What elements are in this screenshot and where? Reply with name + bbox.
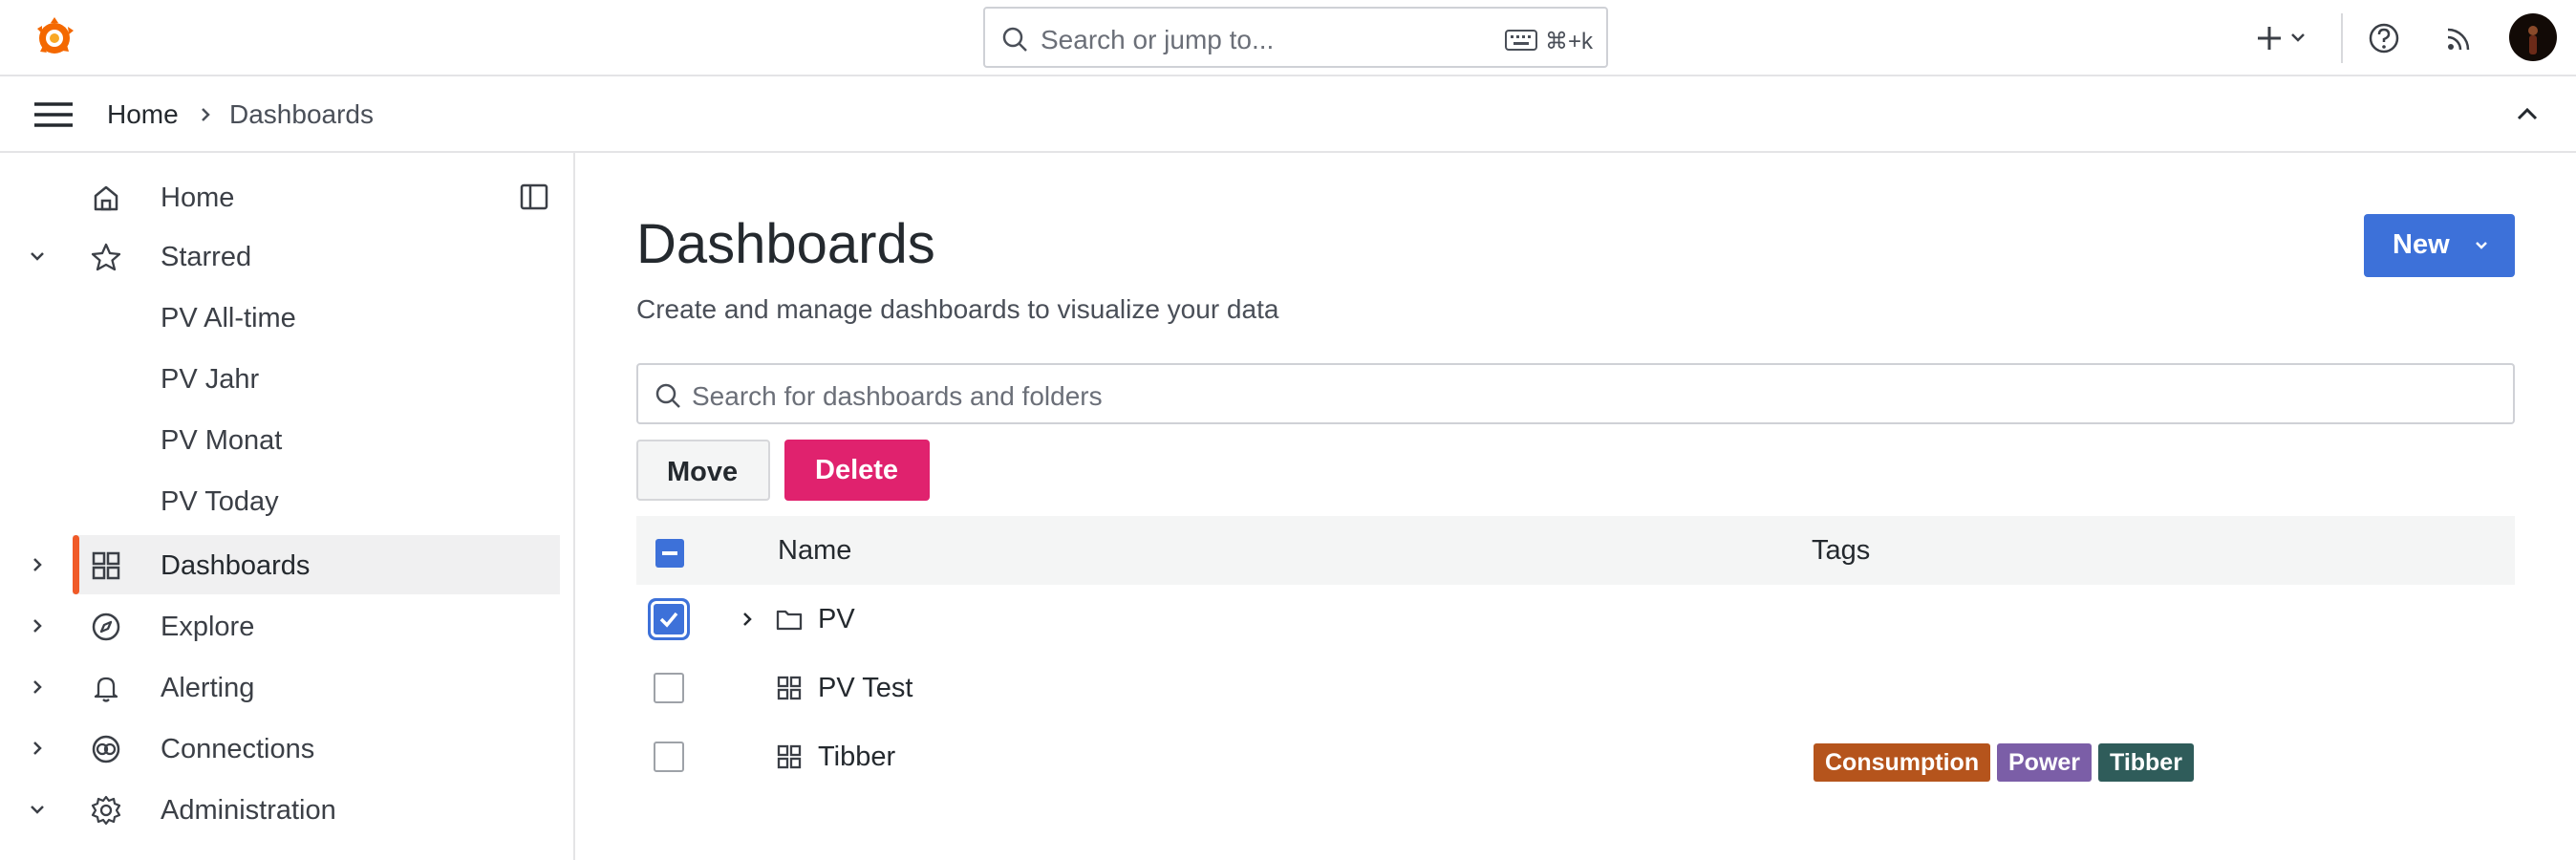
grafana-logo-icon[interactable] (31, 13, 78, 61)
home-icon (94, 185, 118, 211)
row-checkbox[interactable] (654, 604, 684, 634)
chevron-right-icon[interactable] (27, 615, 48, 636)
tag-consumption[interactable]: Consumption (1814, 743, 1991, 782)
chevron-down-icon (2476, 242, 2487, 249)
sidebar-item-home[interactable]: Home (0, 167, 560, 226)
gear-icon (91, 795, 121, 826)
global-search-input[interactable]: Search or jump to... ⌘+k (983, 7, 1608, 68)
sidebar-item-label: Connections (161, 734, 315, 764)
sidebar-item-pv-jahr[interactable]: PV Jahr (0, 349, 560, 408)
sidebar-item-administration[interactable]: Administration (0, 780, 560, 839)
sidebar-item-label: PV Monat (161, 425, 283, 456)
sidebar-item-label: Starred (161, 242, 252, 272)
sidebar-item-label: Home (161, 183, 235, 213)
sidebar-item-dashboards[interactable]: Dashboards (33, 535, 560, 594)
search-icon (1002, 27, 1027, 52)
topbar-divider (2341, 13, 2343, 63)
sidebar-item-label: Explore (161, 612, 255, 642)
star-icon (91, 243, 121, 271)
tag-tibber[interactable]: Tibber (2098, 743, 2194, 782)
chevron-right-icon[interactable] (27, 554, 48, 575)
table-header: Name Tags (636, 516, 2515, 585)
sidebar-item-connections[interactable]: Connections (0, 719, 560, 778)
tag-power[interactable]: Power (1997, 743, 2093, 782)
row-name-link[interactable]: PV (818, 604, 855, 635)
add-new-button[interactable] (2250, 19, 2315, 57)
page-title: Dashboards (636, 213, 935, 275)
sidebar-item-starred[interactable]: Starred (0, 226, 560, 286)
row-checkbox[interactable] (654, 742, 684, 772)
connections-icon (92, 735, 120, 763)
chevron-right-icon (202, 108, 210, 121)
chevron-up-icon[interactable] (2513, 103, 2542, 126)
sidebar-item-pv-monat[interactable]: PV Monat (0, 410, 560, 469)
checkmark-icon (659, 612, 678, 628)
grid-icon (777, 676, 802, 700)
folder-icon (776, 610, 803, 631)
top-bar: Search or jump to... ⌘+k (0, 0, 2576, 76)
column-header-tags: Tags (1812, 535, 1871, 566)
indeterminate-icon (662, 551, 677, 555)
sidebar-item-explore[interactable]: Explore (0, 596, 560, 656)
sidebar-item-pv-all-time[interactable]: PV All-time (0, 288, 560, 347)
sidebar-item-pv-today[interactable]: PV Today (0, 471, 560, 530)
help-icon[interactable] (2367, 21, 2401, 55)
dashboard-search-placeholder: Search for dashboards and folders (692, 381, 1103, 411)
keyboard-icon (1505, 30, 1537, 51)
sidebar-item-label: Administration (161, 795, 336, 826)
table-row[interactable]: PV Test (636, 654, 2515, 722)
table-row[interactable]: PV (636, 585, 2515, 654)
new-button-label: New (2393, 229, 2450, 260)
search-icon (655, 383, 680, 408)
main-content: Dashboards Create and manage dashboards … (577, 153, 2576, 860)
column-header-name[interactable]: Name (778, 535, 851, 567)
breadcrumb-home[interactable]: Home (107, 99, 179, 130)
new-button[interactable]: New (2364, 214, 2515, 277)
delete-button[interactable]: Delete (784, 440, 930, 501)
breadcrumb-bar: Home Dashboards (0, 76, 2576, 153)
sidebar-item-label: PV Today (161, 486, 279, 517)
search-shortcut: ⌘+k (1545, 29, 1594, 54)
menu-icon[interactable] (34, 99, 73, 130)
page-subtitle: Create and manage dashboards to visualiz… (636, 294, 1279, 324)
global-search-placeholder: Search or jump to... (1041, 25, 1275, 54)
row-name-link[interactable]: PV Test (818, 673, 912, 704)
user-avatar[interactable] (2509, 13, 2557, 61)
grid-icon (92, 551, 120, 580)
row-checkbox[interactable] (654, 673, 684, 703)
avatar-image (2528, 26, 2538, 54)
sidebar-item-label: PV All-time (161, 303, 296, 333)
chevron-down-icon[interactable] (27, 799, 48, 820)
breadcrumb-current: Dashboards (229, 99, 374, 129)
active-indicator (73, 535, 79, 594)
select-all-checkbox[interactable] (655, 539, 684, 568)
row-name-link[interactable]: Tibber (818, 742, 895, 773)
dashboard-search-input[interactable]: Search for dashboards and folders (636, 363, 2515, 424)
sidebar-item-alerting[interactable]: Alerting (0, 657, 560, 717)
bell-icon (94, 677, 118, 702)
chevron-right-icon[interactable] (27, 738, 48, 759)
sidebar-item-label: Dashboards (161, 550, 311, 581)
sidebar-item-label: PV Jahr (161, 364, 260, 395)
chevron-right-icon[interactable] (736, 608, 759, 631)
sidebar: Home Starred PV All-time PV Jahr PV Mona… (0, 153, 575, 860)
move-button-label: Move (667, 457, 739, 487)
move-button[interactable]: Move (636, 440, 770, 501)
news-feed-icon[interactable] (2442, 21, 2477, 55)
grid-icon (777, 744, 802, 769)
delete-button-label: Delete (815, 455, 899, 485)
table-row[interactable]: Tibber Consumption Power Tibber (636, 722, 2515, 791)
chevron-right-icon[interactable] (27, 677, 48, 698)
chevron-down-icon[interactable] (27, 246, 48, 267)
sidebar-item-label: Alerting (161, 673, 255, 703)
compass-icon (92, 613, 120, 641)
